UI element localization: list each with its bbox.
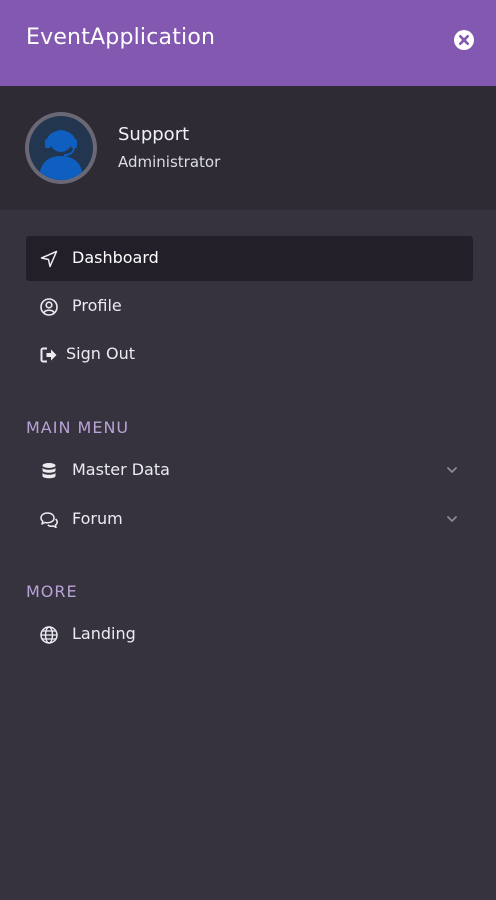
nav-label-sign-out: Sign Out	[66, 344, 135, 363]
chevron-down-icon[interactable]	[445, 512, 459, 526]
nav-item-landing[interactable]: Landing	[26, 612, 473, 657]
nav-label-landing: Landing	[72, 624, 136, 643]
section-title-main-menu: MAIN MENU	[26, 418, 130, 437]
user-name: Support	[118, 124, 190, 145]
close-circle-icon	[459, 35, 469, 45]
user-role: Administrator	[118, 153, 221, 171]
app-drawer: EventApplication Support Administrator D…	[0, 0, 496, 900]
nav-label-master-data: Master Data	[72, 460, 170, 479]
avatar[interactable]	[25, 112, 97, 184]
sign-out-icon	[40, 347, 57, 363]
navigation-arrow-icon	[40, 250, 58, 268]
nav-label-forum: Forum	[72, 509, 123, 528]
support-agent-avatar-icon	[29, 116, 93, 180]
nav-item-profile[interactable]: Profile	[26, 284, 473, 329]
profile-section: Support Administrator	[0, 86, 496, 210]
nav-label-profile: Profile	[72, 296, 122, 315]
close-button[interactable]	[454, 30, 474, 50]
database-icon	[42, 463, 56, 479]
nav-item-forum[interactable]: Forum	[26, 497, 473, 542]
nav-item-dashboard[interactable]: Dashboard	[26, 236, 473, 281]
app-title: EventApplication	[26, 25, 216, 50]
nav-item-sign-out[interactable]: Sign Out	[26, 332, 473, 377]
nav-item-master-data[interactable]: Master Data	[26, 448, 473, 493]
globe-icon	[40, 626, 58, 644]
header-bar: EventApplication	[0, 0, 496, 86]
comments-icon	[40, 512, 58, 529]
chevron-down-icon[interactable]	[445, 463, 459, 477]
nav-label-dashboard: Dashboard	[72, 248, 159, 267]
user-circle-icon	[40, 298, 58, 316]
section-title-more: MORE	[26, 582, 78, 601]
